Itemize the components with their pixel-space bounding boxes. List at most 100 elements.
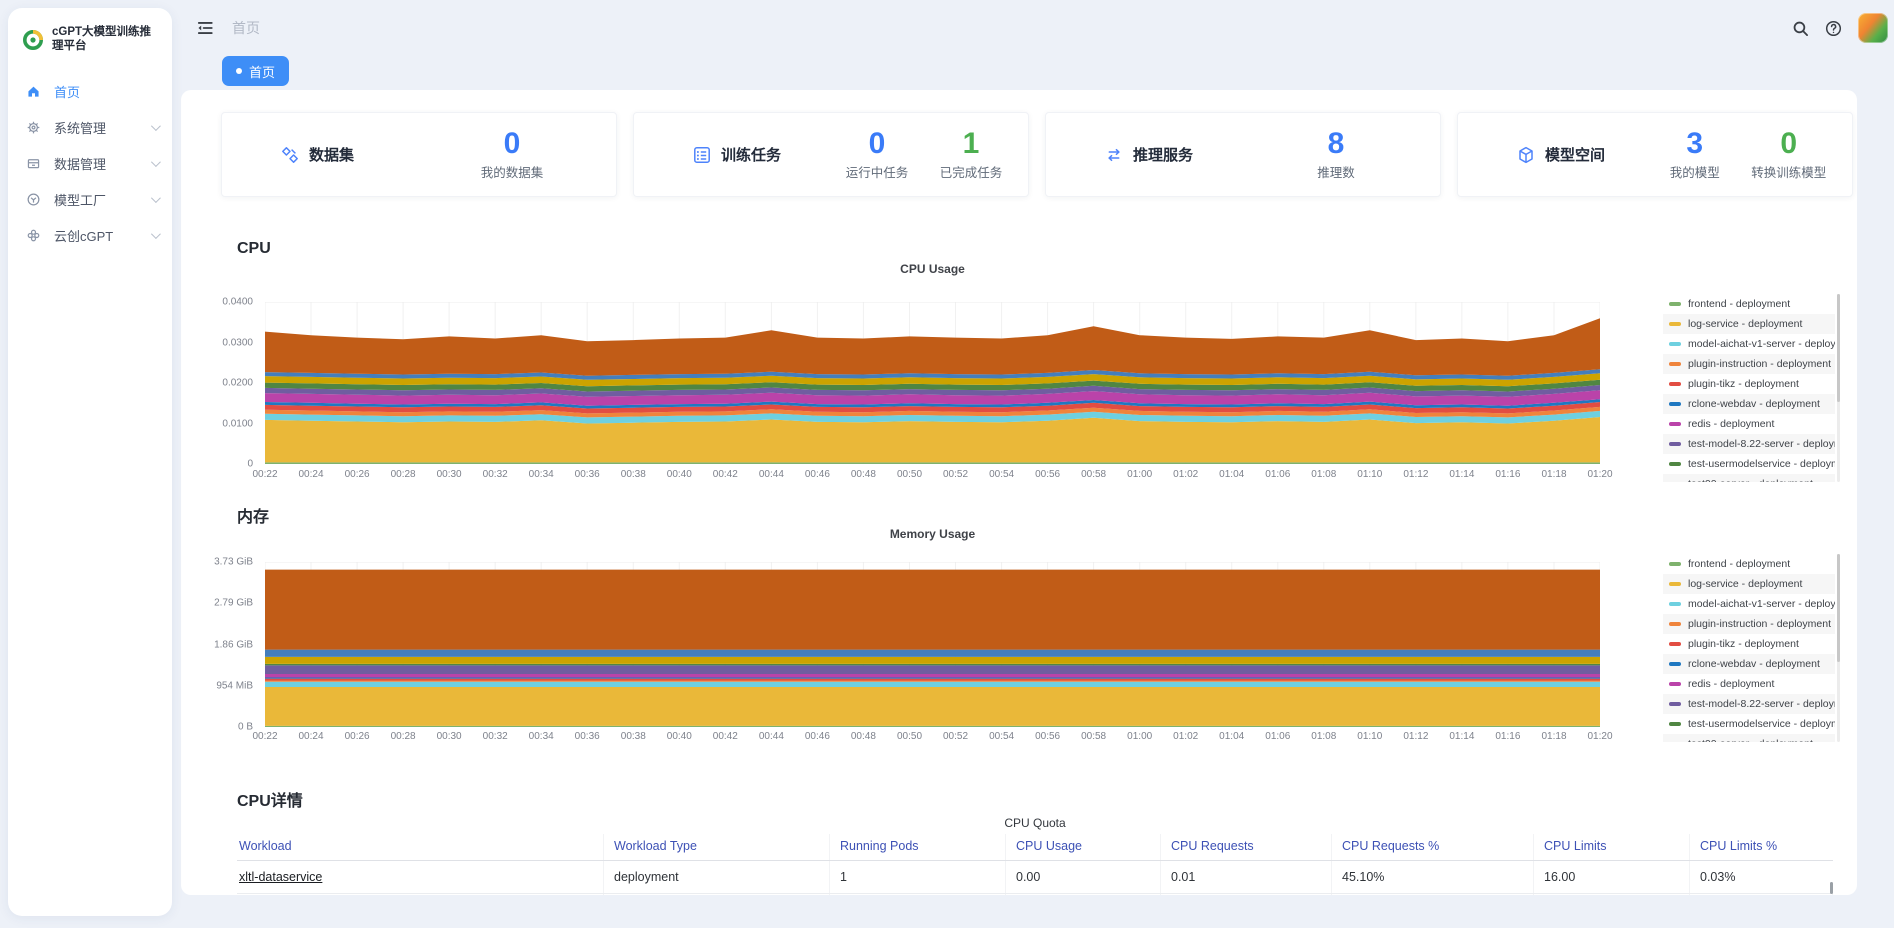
table-header-cell[interactable]: CPU Limits % xyxy=(1690,834,1833,860)
table-header-cell[interactable]: CPU Requests % xyxy=(1332,834,1534,860)
legend-item[interactable]: rclone-webdav - deployment xyxy=(1663,654,1835,674)
app-title: cGPT大模型训练推理平台 xyxy=(52,26,162,54)
tab-label: 首页 xyxy=(249,62,275,81)
legend-item[interactable]: redis - deployment xyxy=(1663,674,1835,694)
chevron-down-icon xyxy=(151,121,161,131)
sidebar-item-4[interactable]: 云创cGPT xyxy=(8,218,172,254)
stats-row: 数据集0我的数据集训练任务0运行中任务1已完成任务推理服务8推理数模型空间3我的… xyxy=(221,112,1853,197)
sidebar-item-0[interactable]: 首页 xyxy=(8,74,172,110)
legend-item[interactable]: plugin-instruction - deployment xyxy=(1663,614,1835,634)
legend-label: rclone-webdav - deployment xyxy=(1688,398,1820,410)
legend-item[interactable]: test-model-8.22-server - deployment xyxy=(1663,694,1835,714)
x-axis-label: 01:02 xyxy=(1173,731,1198,742)
user-avatar[interactable] xyxy=(1858,13,1888,43)
table-cell: 16.00 xyxy=(1534,861,1690,893)
legend-swatch xyxy=(1669,342,1681,346)
scrollbar-thumb[interactable] xyxy=(1837,294,1840,402)
x-axis-label: 00:24 xyxy=(298,731,323,742)
stat-card-2[interactable]: 推理服务8推理数 xyxy=(1045,112,1441,197)
y-axis-label: 0 xyxy=(247,459,253,470)
sidebar-item-2[interactable]: 数据管理 xyxy=(8,146,172,182)
table-scrollbar-thumb[interactable] xyxy=(1830,882,1833,894)
legend-label: frontend - deployment xyxy=(1688,298,1790,310)
scrollbar-thumb[interactable] xyxy=(1837,554,1840,662)
legend-item[interactable]: frontend - deployment xyxy=(1663,294,1835,314)
x-axis-label: 00:48 xyxy=(851,731,876,742)
sidebar-item-1[interactable]: 系统管理 xyxy=(8,110,172,146)
table-header-cell[interactable]: Workload Type xyxy=(604,834,830,860)
legend-item[interactable]: test-usermodelservice - deployment xyxy=(1663,714,1835,734)
table-header-cell[interactable]: CPU Requests xyxy=(1161,834,1332,860)
stat-metrics: 8推理数 xyxy=(1232,128,1430,182)
legend-item[interactable]: plugin-instruction - deployment xyxy=(1663,354,1835,374)
help-icon[interactable] xyxy=(1825,20,1842,37)
legend-item[interactable]: test-usermodelservice - deployment xyxy=(1663,454,1835,474)
table-cell-clipped xyxy=(1006,894,1161,895)
legend-swatch xyxy=(1669,362,1681,366)
sidebar-item-3[interactable]: 模型工厂 xyxy=(8,182,172,218)
legend-item[interactable]: test00-server - deployment xyxy=(1663,734,1835,742)
legend-item[interactable]: log-service - deployment xyxy=(1663,574,1835,594)
legend-label: plugin-tikz - deployment xyxy=(1688,638,1799,650)
y-axis-label: 2.79 GiB xyxy=(214,598,253,609)
table-cell-clipped xyxy=(1690,894,1833,895)
stat-card-3[interactable]: 模型空间3我的模型0转换训练模型 xyxy=(1457,112,1853,197)
memory-legend-scrollbar[interactable] xyxy=(1837,554,1840,742)
x-axis-label: 00:56 xyxy=(1035,731,1060,742)
workload-link[interactable]: xltl-dataservice xyxy=(239,870,322,884)
legend-item[interactable]: frontend - deployment xyxy=(1663,554,1835,574)
legend-item[interactable]: model-aichat-v1-server - deployment xyxy=(1663,334,1835,354)
stat-label: 我的模型 xyxy=(1670,162,1720,181)
stat-card-1[interactable]: 训练任务0运行中任务1已完成任务 xyxy=(633,112,1029,197)
legend-item[interactable]: rclone-webdav - deployment xyxy=(1663,394,1835,414)
stat-card-0[interactable]: 数据集0我的数据集 xyxy=(221,112,617,197)
breadcrumb[interactable]: 首页 xyxy=(232,18,260,38)
x-axis-label: 01:20 xyxy=(1587,731,1612,742)
cpu-legend-scrollbar[interactable] xyxy=(1837,294,1840,482)
table-cell-clipped xyxy=(830,894,1006,895)
legend-label: frontend - deployment xyxy=(1688,558,1790,570)
sidebar-collapse-icon[interactable] xyxy=(196,19,214,37)
legend-label: model-aichat-v1-server - deployment xyxy=(1688,598,1835,610)
table-header-cell[interactable]: CPU Limits xyxy=(1534,834,1690,860)
table-header-cell[interactable]: CPU Usage xyxy=(1006,834,1161,860)
tab-home[interactable]: 首页 xyxy=(222,56,289,86)
legend-item[interactable]: log-service - deployment xyxy=(1663,314,1835,334)
memory-legend: frontend - deployment log-service - deplo… xyxy=(1663,554,1835,742)
x-axis-label: 01:04 xyxy=(1219,469,1244,480)
legend-item[interactable]: test-model-8.22-server - deployment xyxy=(1663,434,1835,454)
legend-item[interactable]: plugin-tikz - deployment xyxy=(1663,634,1835,654)
table-row-clipped xyxy=(237,894,1833,895)
search-icon[interactable] xyxy=(1792,20,1809,37)
stat-label: 推理数 xyxy=(1317,162,1355,181)
x-axis-label: 00:32 xyxy=(483,731,508,742)
x-axis-label: 00:52 xyxy=(943,731,968,742)
stat-metrics: 3我的模型0转换训练模型 xyxy=(1644,128,1842,182)
table-header-cell[interactable]: Workload xyxy=(237,834,604,860)
legend-swatch xyxy=(1669,302,1681,306)
x-axis-label: 00:42 xyxy=(713,469,738,480)
database-icon xyxy=(26,156,42,172)
legend-item[interactable]: redis - deployment xyxy=(1663,414,1835,434)
x-axis-label: 00:50 xyxy=(897,469,922,480)
stat-value: 0 xyxy=(846,128,909,160)
legend-item[interactable]: test00-server - deployment xyxy=(1663,474,1835,482)
table-row: xltl-dataservicedeployment10.000.0145.10… xyxy=(237,861,1833,894)
sidebar: cGPT大模型训练推理平台 首页系统管理数据管理模型工厂云创cGPT xyxy=(8,8,172,916)
dashboard-panel: 数据集0我的数据集训练任务0运行中任务1已完成任务推理服务8推理数模型空间3我的… xyxy=(181,90,1857,895)
y-axis-label: 0 B xyxy=(238,722,253,733)
sidebar-header: cGPT大模型训练推理平台 xyxy=(8,8,172,70)
legend-item[interactable]: model-aichat-v1-server - deployment xyxy=(1663,594,1835,614)
table-header-row: WorkloadWorkload TypeRunning PodsCPU Usa… xyxy=(237,834,1833,861)
x-axis-label: 01:10 xyxy=(1357,469,1382,480)
x-axis-label: 01:04 xyxy=(1219,731,1244,742)
cpu-section-title: CPU xyxy=(237,240,271,258)
x-axis-label: 01:12 xyxy=(1403,469,1428,480)
x-axis-label: 00:26 xyxy=(345,469,370,480)
legend-item[interactable]: plugin-tikz - deployment xyxy=(1663,374,1835,394)
x-axis-label: 00:46 xyxy=(805,469,830,480)
legend-swatch xyxy=(1669,602,1681,606)
stat-label: 运行中任务 xyxy=(846,162,909,181)
table-header-cell[interactable]: Running Pods xyxy=(830,834,1006,860)
x-axis-label: 00:44 xyxy=(759,731,784,742)
